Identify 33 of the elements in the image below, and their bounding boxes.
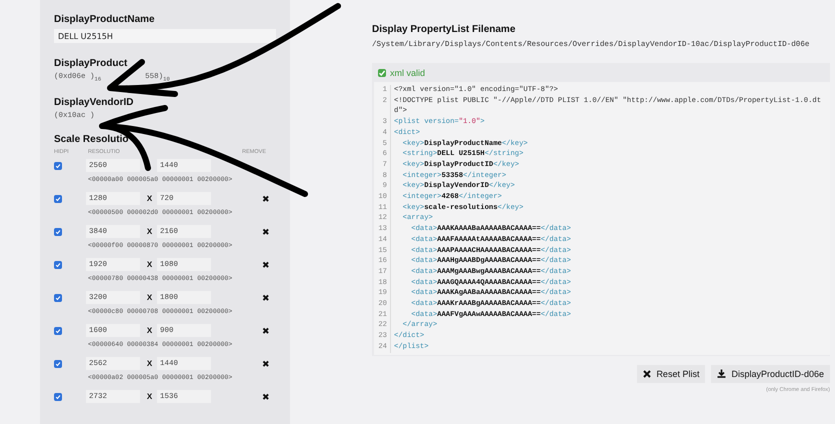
times-sign: X — [146, 326, 154, 335]
remove-button[interactable]: ✖ — [260, 326, 272, 336]
download-button[interactable]: DisplayProductID-d06e — [711, 364, 830, 383]
checkbox[interactable] — [54, 294, 62, 302]
download-icon — [717, 369, 726, 378]
remove-button[interactable]: ✖ — [260, 226, 272, 236]
field-label: Display PropertyList Filename — [372, 24, 516, 35]
checkbox[interactable] — [54, 326, 62, 334]
checkbox[interactable] — [54, 392, 62, 400]
times-sign: X — [146, 359, 154, 368]
remove-button[interactable]: ✖ — [260, 194, 272, 204]
remove-button[interactable]: ✖ — [260, 358, 272, 368]
checkbox[interactable] — [54, 260, 62, 268]
times-sign: X — [146, 392, 154, 401]
times-sign: X — [146, 260, 154, 269]
checkbox[interactable] — [54, 228, 62, 236]
field-label: DisplayProduct — [54, 58, 128, 69]
field-label: DisplayProductName — [54, 14, 155, 25]
text-field[interactable]: DELL U2515H — [54, 29, 276, 43]
remove-button[interactable]: ✖ — [260, 292, 272, 302]
checkbox[interactable] — [54, 194, 62, 202]
close-icon — [643, 370, 652, 378]
reset-button[interactable]: Reset Plist — [637, 364, 706, 383]
times-sign: X — [146, 293, 154, 302]
checkbox[interactable] — [54, 360, 62, 368]
remove-button[interactable]: ✖ — [260, 392, 272, 402]
checkbox[interactable] — [54, 162, 62, 170]
times-sign: X — [146, 194, 154, 203]
field-label: DisplayVendorID — [54, 96, 134, 108]
times-sign: X — [146, 227, 154, 236]
validation-status: xml valid — [390, 68, 426, 78]
remove-button[interactable]: ✖ — [260, 260, 272, 270]
section-title: Scale Resolutio — [54, 134, 128, 144]
